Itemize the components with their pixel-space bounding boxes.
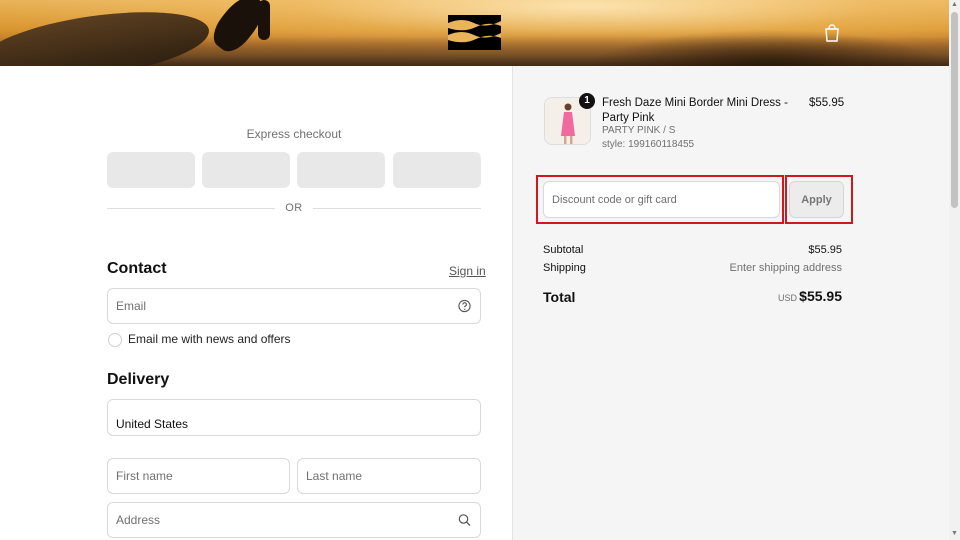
search-icon[interactable] <box>458 514 471 527</box>
express-checkout-label: Express checkout <box>246 127 342 141</box>
email-field-container <box>107 288 481 324</box>
surfer-silhouette <box>258 0 270 40</box>
express-checkout-button-3[interactable] <box>297 152 385 188</box>
total-currency: USD <box>778 293 798 303</box>
scroll-up-arrow-icon[interactable]: ▲ <box>950 1 959 9</box>
shipping-value: Enter shipping address <box>729 262 842 274</box>
help-circle-icon[interactable] <box>458 299 471 313</box>
contact-title: Contact <box>107 260 167 277</box>
address-field[interactable] <box>116 503 448 537</box>
or-divider-text: OR <box>285 202 303 214</box>
product-name: Fresh Daze Mini Border Mini Dress - Part… <box>602 97 788 124</box>
last-name-field-container <box>297 458 481 494</box>
discount-code-input[interactable] <box>552 182 772 217</box>
divider-right <box>313 208 481 209</box>
first-name-field-container <box>107 458 290 494</box>
subtotal-label: Subtotal <box>543 244 584 256</box>
newsletter-checkbox[interactable] <box>108 333 122 347</box>
sign-in-link[interactable]: Sign in <box>449 264 486 278</box>
address-field-container <box>107 502 481 538</box>
discount-field-container <box>543 181 780 218</box>
shopping-bag-icon[interactable] <box>824 24 840 42</box>
last-name-field[interactable] <box>306 459 448 493</box>
country-value: United States <box>116 417 189 431</box>
email-field[interactable] <box>116 289 448 323</box>
banner-wave <box>589 30 949 66</box>
checkout-form-column: Express checkout OR Contact Sign in Emai… <box>0 66 512 540</box>
product-price: $55.95 <box>809 97 845 109</box>
shipping-label: Shipping <box>543 262 586 274</box>
country-select[interactable]: United States <box>107 399 481 436</box>
express-checkout-button-2[interactable] <box>202 152 290 188</box>
order-summary-column: 1 Fresh Daze Mini Border Mini Dress - Pa… <box>512 66 949 540</box>
header-banner <box>0 0 949 66</box>
divider-left <box>107 208 275 209</box>
billabong-wave-logo-icon[interactable] <box>448 15 501 50</box>
express-checkout-button-1[interactable] <box>107 152 195 188</box>
quantity-badge: 1 <box>579 93 595 109</box>
product-style: style: 199160118455 <box>602 139 695 150</box>
apply-discount-button[interactable]: Apply <box>789 181 844 218</box>
express-checkout-button-4[interactable] <box>393 152 481 188</box>
total-value: $55.95 <box>799 288 842 304</box>
newsletter-label: Email me with news and offers <box>128 332 291 346</box>
first-name-field[interactable] <box>116 459 257 493</box>
total-label: Total <box>543 289 576 305</box>
delivery-title: Delivery <box>107 371 170 388</box>
scrollbar-thumb[interactable] <box>951 12 958 208</box>
product-variant: PARTY PINK / S <box>602 125 676 136</box>
subtotal-value: $55.95 <box>808 244 842 256</box>
scroll-down-arrow-icon[interactable]: ▼ <box>950 530 959 538</box>
